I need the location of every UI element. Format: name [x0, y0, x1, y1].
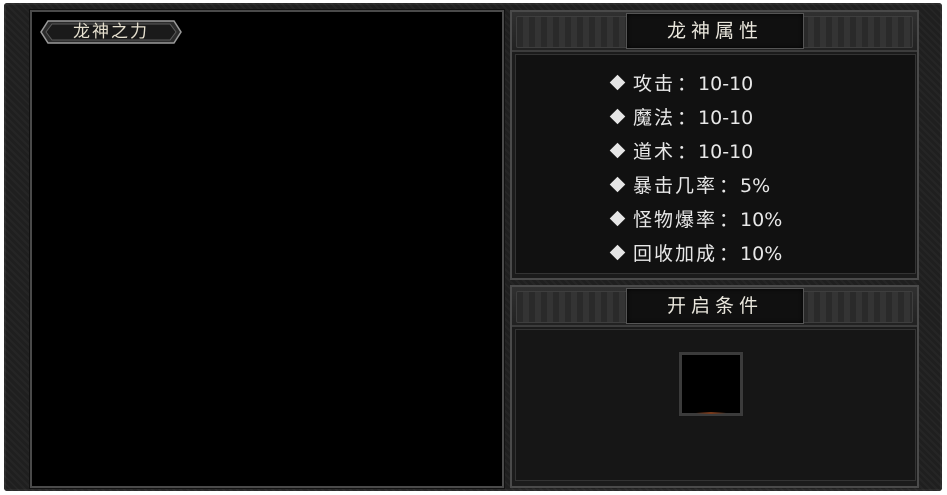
attribute-attack: 攻击： 10-10 — [609, 67, 782, 101]
attribute-drop-rate: 怪物爆率： 10% — [609, 203, 782, 237]
attribute-crit-chance: 暴击几率： 5% — [609, 169, 782, 203]
attribute-taoism: 道术： 10-10 — [609, 135, 782, 169]
attributes-body: 攻击： 10-10 魔法： 10-10 道术： 10-10 暴击几率： 5% 怪物爆率：… — [515, 54, 916, 274]
header-ornament-right — [801, 16, 913, 48]
diamond-bullet-icon — [609, 210, 626, 227]
header-ornament-left — [516, 16, 628, 48]
attributes-header-tab: 龙神属性 — [626, 13, 804, 49]
dragon-power-title-plate: 龙神之力 — [40, 18, 182, 46]
header-ornament-right — [801, 291, 913, 323]
diamond-bullet-icon — [609, 108, 626, 125]
unlock-conditions-panel: 开启条件 — [510, 285, 919, 488]
attribute-magic: 魔法： 10-10 — [609, 101, 782, 135]
attribute-recycle-bonus: 回收加成： 10% — [609, 237, 782, 271]
conditions-body — [515, 329, 916, 481]
attributes-title: 龙神属性 — [666, 20, 763, 42]
conditions-header-tab: 开启条件 — [626, 288, 804, 324]
dragon-power-title: 龙神之力 — [73, 22, 149, 42]
conditions-header: 开启条件 — [512, 287, 917, 327]
attribute-list: 攻击： 10-10 魔法： 10-10 道术： 10-10 暴击几率： 5% 怪物爆率：… — [609, 67, 782, 271]
dragon-attributes-panel: 龙神属性 攻击： 10-10 魔法： 10-10 道术： 10-10 暴击几率： 5% … — [510, 10, 919, 280]
diamond-bullet-icon — [609, 142, 626, 159]
diamond-bullet-icon — [609, 74, 626, 91]
dragon-power-display — [30, 10, 504, 488]
diamond-bullet-icon — [609, 176, 626, 193]
diamond-bullet-icon — [609, 244, 626, 261]
attributes-header: 龙神属性 — [512, 12, 917, 52]
header-ornament-left — [516, 291, 628, 323]
required-item-slot[interactable] — [679, 352, 743, 416]
conditions-title: 开启条件 — [666, 295, 763, 317]
